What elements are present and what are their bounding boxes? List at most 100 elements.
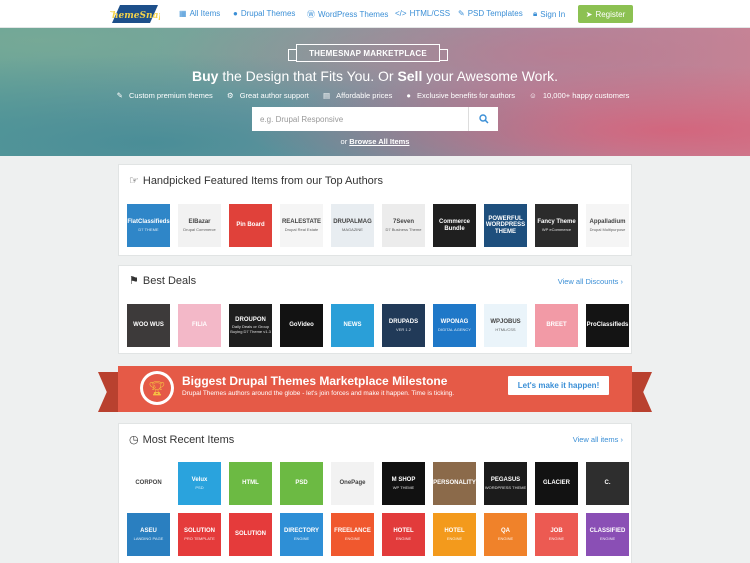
item-thumbnail[interactable]: NEWS: [331, 304, 374, 347]
search-button[interactable]: [468, 107, 498, 131]
item-thumbnail[interactable]: PERSONALITY: [433, 462, 476, 505]
item-thumbnail[interactable]: CLASSIFIED ENGINE: [586, 513, 629, 556]
item-thumbnail-sublabel: ENGINE: [395, 535, 412, 541]
item-thumbnail[interactable]: WPONAG DIGITAL AGENCY: [433, 304, 476, 347]
item-thumbnail[interactable]: BREET: [535, 304, 578, 347]
item-thumbnail-label: OnePage: [339, 480, 366, 487]
item-thumbnail-label: CLASSIFIED: [589, 528, 626, 534]
item-thumbnail-sublabel: Daily Deals or Group Buying D7 Theme v1.…: [230, 324, 271, 334]
item-thumbnail-sublabel: WP THEME: [392, 484, 415, 490]
nav-html-css[interactable]: </> HTML/CSS: [395, 9, 450, 18]
item-thumbnail[interactable]: PEGASUS WORDPRESS THEME: [484, 462, 527, 505]
item-thumbnail-label: Appalladium: [589, 219, 626, 225]
item-thumbnail[interactable]: Velux PSD: [178, 462, 221, 505]
item-thumbnail[interactable]: DROUPON Daily Deals or Group Buying D7 Th…: [229, 304, 272, 347]
recent-thumbs-row2: ASEU LANDING PAGE SOLUTION PRO TEMPLATE SOLU…: [127, 513, 629, 556]
item-thumbnail[interactable]: DRUPALMAG MAGAZINE: [331, 204, 374, 247]
item-thumbnail[interactable]: QA ENGINE: [484, 513, 527, 556]
item-thumbnail[interactable]: POWERFUL WORDPRESS THEME: [484, 204, 527, 247]
item-thumbnail[interactable]: Fancy Theme WP eCommerce: [535, 204, 578, 247]
search-input[interactable]: e.g. Drupal Responsive: [252, 107, 468, 131]
item-thumbnail[interactable]: REALESTATE Drupal Real Estate: [280, 204, 323, 247]
nav-all-items[interactable]: ▦ All Items: [179, 9, 220, 18]
item-thumbnail-sublabel: D7 THEME: [138, 226, 159, 232]
feature-item: ⚙ Great author support: [226, 91, 309, 100]
trophy-badge: 🏆︎: [140, 371, 174, 405]
make-it-happen-button[interactable]: Let's make it happen!: [508, 376, 609, 395]
item-thumbnail[interactable]: HTML: [229, 462, 272, 505]
top-navbar: ThemeSnap ▦All Items ●Drupal Themes ⓌWor…: [0, 0, 750, 28]
item-thumbnail[interactable]: SOLUTION PRO TEMPLATE: [178, 513, 221, 556]
item-thumbnail-label: CORPON: [135, 480, 162, 487]
nav-sign-in[interactable]: 🔒︎ Sign In: [533, 9, 565, 19]
item-thumbnail[interactable]: PSD: [280, 462, 323, 505]
feature-item: ☺ 10,000+ happy customers: [529, 91, 630, 100]
marketplace-ribbon: THEMESNAP MARKETPLACE: [288, 44, 448, 62]
item-thumbnail-label: FREELANCE: [334, 528, 371, 534]
item-thumbnail[interactable]: FlatClassifieds D7 THEME: [127, 204, 170, 247]
item-thumbnail-label: WOO WUS: [133, 322, 164, 329]
thumbs-up-icon: ☞: [129, 175, 139, 187]
rocket-icon: ➤: [585, 9, 593, 19]
recent-panel: ◷ Most Recent Items View all items › CORP…: [118, 423, 632, 563]
nav-psd-templates[interactable]: ✎ PSD Templates: [458, 9, 523, 18]
item-thumbnail[interactable]: GoVideo: [280, 304, 323, 347]
hero-headline: Buy the Design that Fits You. Or Sell yo…: [191, 68, 558, 84]
item-thumbnail-label: M SHOP: [391, 477, 416, 483]
item-thumbnail-sublabel: DIGITAL AGENCY: [438, 326, 471, 332]
item-thumbnail-label: FILIA: [192, 322, 207, 329]
recent-title: ◷ Most Recent Items: [129, 433, 235, 447]
item-thumbnail[interactable]: Appalladium Drupal Multipurpose: [586, 204, 629, 247]
svg-text:ThemeSnap: ThemeSnap: [110, 11, 160, 21]
view-all-items-link[interactable]: View all items ›: [573, 435, 623, 444]
item-thumbnail-label: C.: [604, 480, 611, 487]
item-thumbnail-sublabel: Drupal Commerce: [183, 226, 216, 232]
item-thumbnail-sublabel: ENGINE: [497, 535, 514, 541]
item-thumbnail-label: WPJOBUS: [490, 319, 521, 325]
item-thumbnail[interactable]: GLACIER: [535, 462, 578, 505]
item-thumbnail[interactable]: 7Seven D7 Business Theme: [382, 204, 425, 247]
item-thumbnail-label: HOTEL: [444, 528, 465, 534]
browse-all-link[interactable]: Browse All Items: [349, 137, 409, 146]
item-thumbnail-sublabel: ENGINE: [344, 535, 361, 541]
item-thumbnail[interactable]: WOO WUS: [127, 304, 170, 347]
banner-subtitle: Drupal Themes authors around the globe -…: [182, 390, 455, 397]
nav-wordpress-themes[interactable]: Ⓦ WordPress Themes: [307, 9, 388, 20]
item-thumbnail[interactable]: JOB ENGINE: [535, 513, 578, 556]
item-thumbnail[interactable]: Commerce Bundle: [433, 204, 476, 247]
item-thumbnail[interactable]: CORPON: [127, 462, 170, 505]
hero-section: THEMESNAP MARKETPLACE Buy the Design tha…: [0, 28, 750, 156]
recent-thumbs-row1: CORPON Velux PSD HTML PSD OnePage M SHOP WP THE…: [127, 462, 629, 505]
item-thumbnail-sublabel: ENGINE: [446, 535, 463, 541]
item-thumbnail[interactable]: HOTEL ENGINE: [433, 513, 476, 556]
item-thumbnail-sublabel: WORDPRESS THEME: [484, 484, 527, 490]
item-thumbnail-label: FlatClassifieds: [127, 219, 170, 225]
nav-drupal-themes[interactable]: ● Drupal Themes: [233, 9, 295, 18]
themesnap-logo[interactable]: ThemeSnap: [110, 3, 160, 25]
item-thumbnail-sublabel: PSD: [195, 484, 204, 490]
brush-icon: ✎: [458, 9, 465, 18]
register-button[interactable]: ➤ Register: [578, 5, 633, 23]
item-thumbnail-label: ElBazar: [188, 219, 211, 225]
item-thumbnail[interactable]: DRUPADS VER 1.2: [382, 304, 425, 347]
lock-icon: 🔒︎: [533, 9, 538, 18]
item-thumbnail[interactable]: DIRECTORY ENGINE: [280, 513, 323, 556]
item-thumbnail[interactable]: FILIA: [178, 304, 221, 347]
view-all-discounts-link[interactable]: View all Discounts ›: [558, 277, 623, 286]
item-thumbnail-sublabel: Drupal Real Estate: [284, 226, 319, 232]
item-thumbnail[interactable]: SOLUTION: [229, 513, 272, 556]
item-thumbnail[interactable]: Pin Board: [229, 204, 272, 247]
item-thumbnail[interactable]: ElBazar Drupal Commerce: [178, 204, 221, 247]
item-thumbnail[interactable]: M SHOP WP THEME: [382, 462, 425, 505]
item-thumbnail[interactable]: ProClassifieds: [586, 304, 629, 347]
deals-panel: ⚑ Best Deals View all Discounts › WOO WUS…: [118, 265, 632, 354]
item-thumbnail[interactable]: FREELANCE ENGINE: [331, 513, 374, 556]
item-thumbnail[interactable]: C.: [586, 462, 629, 505]
item-thumbnail[interactable]: WPJOBUS HTML/CSS: [484, 304, 527, 347]
deals-title: ⚑ Best Deals: [129, 274, 197, 288]
item-thumbnail-label: DRUPADS: [388, 319, 419, 325]
item-thumbnail[interactable]: OnePage: [331, 462, 374, 505]
item-thumbnail[interactable]: HOTEL ENGINE: [382, 513, 425, 556]
item-thumbnail-label: NEWS: [343, 322, 362, 329]
item-thumbnail[interactable]: ASEU LANDING PAGE: [127, 513, 170, 556]
